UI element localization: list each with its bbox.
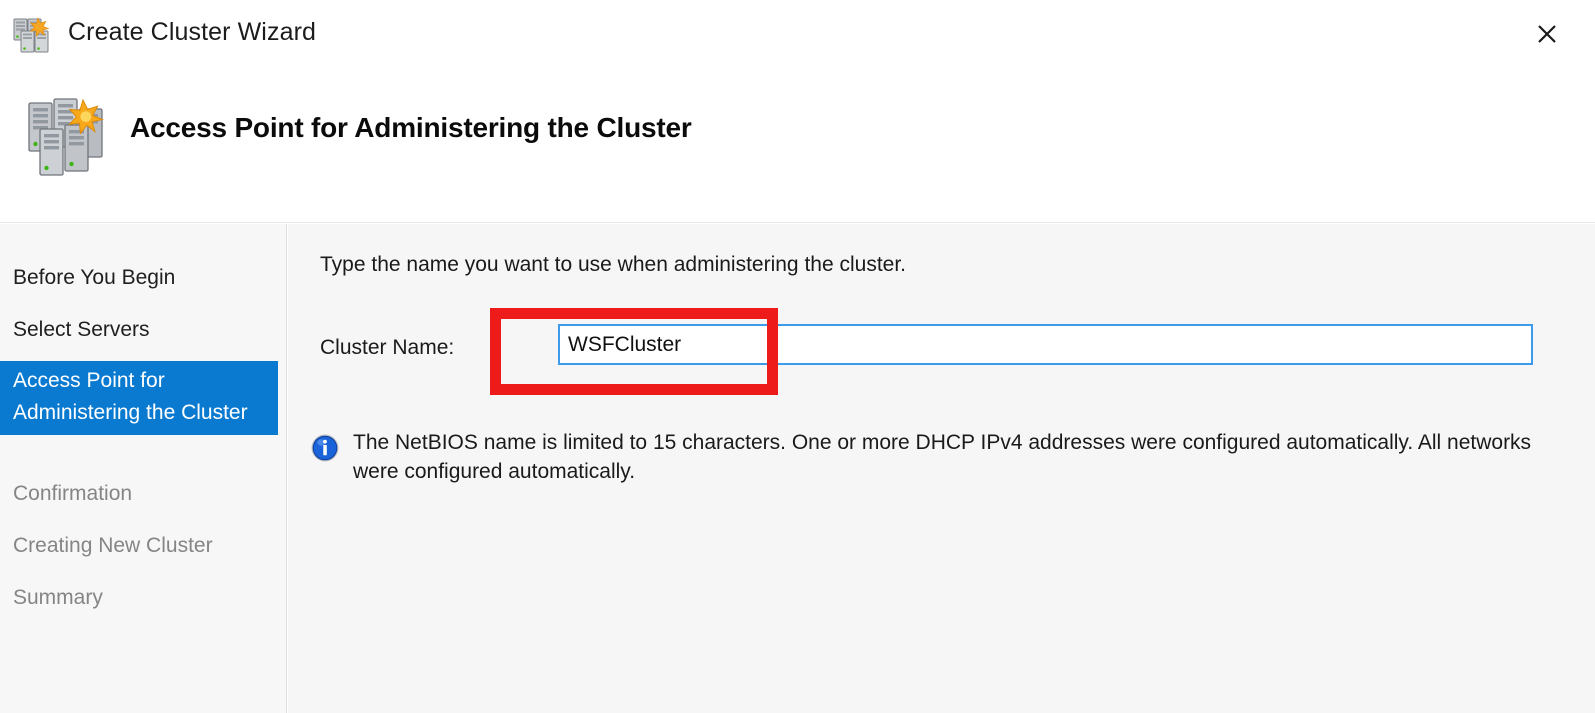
window-title: Create Cluster Wizard bbox=[68, 18, 316, 46]
cluster-servers-icon bbox=[12, 16, 56, 54]
sidebar-item-label: Confirmation bbox=[13, 482, 133, 505]
title-bar: Create Cluster Wizard bbox=[0, 0, 1595, 68]
page-title: Access Point for Administering the Clust… bbox=[130, 112, 692, 143]
wizard-step-sidebar: Before You Begin Select Servers Access P… bbox=[0, 224, 287, 713]
cluster-servers-large-icon bbox=[26, 95, 114, 179]
sidebar-item-label: Select Servers bbox=[13, 318, 150, 341]
close-icon[interactable] bbox=[1527, 14, 1567, 54]
sidebar-item-label: Before You Begin bbox=[13, 266, 176, 289]
cluster-name-label: Cluster Name: bbox=[320, 336, 455, 359]
sidebar-item-creating-new-cluster[interactable]: Creating New Cluster bbox=[0, 528, 278, 564]
wizard-body: Before You Begin Select Servers Access P… bbox=[0, 224, 1595, 713]
info-message: The NetBIOS name is limited to 15 charac… bbox=[353, 431, 1532, 483]
create-cluster-wizard-window: Create Cluster Wizard Access Point for A… bbox=[0, 0, 1595, 713]
sidebar-item-label: Summary bbox=[13, 586, 103, 609]
instruction-text: Type the name you want to use when admin… bbox=[320, 253, 907, 276]
wizard-content-pane: Type the name you want to use when admin… bbox=[288, 224, 1595, 713]
sidebar-item-select-servers[interactable]: Select Servers bbox=[0, 312, 278, 348]
sidebar-item-before-you-begin[interactable]: Before You Begin bbox=[0, 260, 278, 296]
sidebar-item-confirmation[interactable]: Confirmation bbox=[0, 476, 278, 512]
sidebar-item-label: Creating New Cluster bbox=[13, 534, 213, 557]
sidebar-item-label: Access Point for Administering the Clust… bbox=[13, 369, 248, 424]
cluster-name-input[interactable] bbox=[558, 324, 1533, 365]
info-circle-icon bbox=[310, 433, 340, 463]
sidebar-item-summary[interactable]: Summary bbox=[0, 580, 278, 616]
sidebar-item-access-point[interactable]: Access Point for Administering the Clust… bbox=[0, 361, 278, 435]
page-banner: Access Point for Administering the Clust… bbox=[0, 68, 1595, 223]
